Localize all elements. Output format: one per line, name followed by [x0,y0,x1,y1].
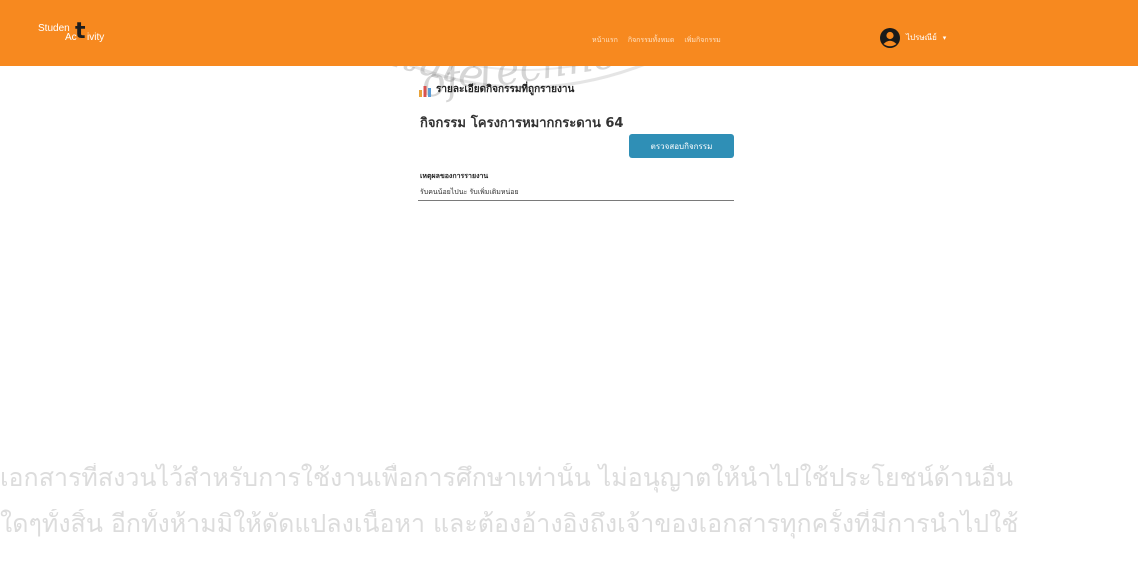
user-menu[interactable]: ไปรษณีย์ ▾ [880,28,946,48]
bar-chart-icon [419,86,431,97]
activity-label: กิจกรรม [420,116,466,131]
reason-field[interactable] [418,185,734,201]
page: Institute of Techno Studen t Ac ivity หน… [0,0,1138,582]
user-name: ไปรษณีย์ [906,33,937,42]
activity-title: กิจกรรม โครงการหมากกระดาน 64 [420,116,623,132]
caret-down-icon: ▾ [942,34,947,42]
brand-logo[interactable]: Studen t Ac ivity [38,21,148,54]
top-navbar: Studen t Ac ivity หน้าแรก กิจกรรมทั้งหมด… [0,0,1138,66]
section-title: รายละเอียดกิจกรรมที่ถูกรายงาน [436,84,575,95]
watermark-disclaimer-line-1: เอกสารที่สงวนไว้สำหรับการใช้งานเพื่อการศ… [0,463,1014,492]
nav-links: หน้าแรก กิจกรรมทั้งหมด เพิ่มกิจกรรม [592,35,721,45]
reason-label: เหตุผลของการรายงาน [420,172,489,180]
check-activity-button[interactable]: ตรวจสอบกิจกรรม [629,134,734,158]
watermark-disclaimer-line-2: ใดๆทั้งสิ้น อีกทั้งห้ามมิให้ดัดแปลงเนื้อ… [0,509,1019,538]
brand-text-part-3: ivity [87,32,105,43]
brand-text-part-2: Ac [65,32,77,43]
activity-name: โครงการหมากกระดาน 64 [470,116,624,131]
user-circle-icon [880,28,900,48]
nav-link-all-activities[interactable]: กิจกรรมทั้งหมด [628,35,675,45]
nav-link-add-activity[interactable]: เพิ่มกิจกรรม [684,35,720,45]
section-heading: รายละเอียดกิจกรรมที่ถูกรายงาน [418,82,738,98]
report-detail-panel: รายละเอียดกิจกรรมที่ถูกรายงาน กิจกรรม โคร… [418,82,738,201]
nav-link-home[interactable]: หน้าแรก [592,35,618,45]
